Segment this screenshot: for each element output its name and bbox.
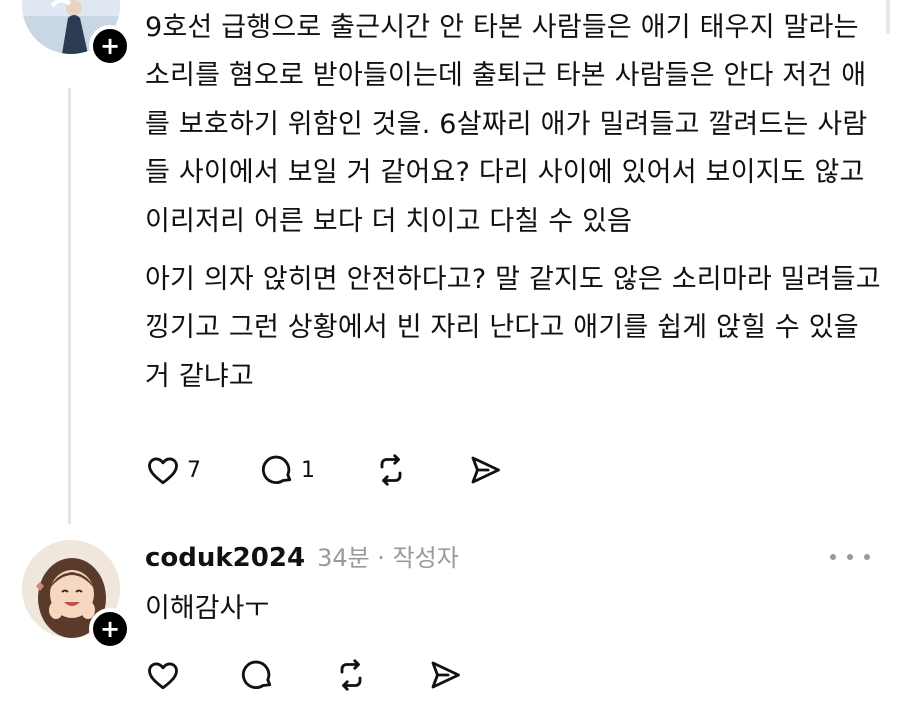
follow-plus-icon[interactable]: +	[89, 25, 131, 67]
send-icon	[431, 661, 460, 689]
dot	[864, 554, 870, 560]
more-options-icon[interactable]	[830, 542, 870, 572]
post-paragraph: 아기 의자 앉히면 안전하다고? 말 같지도 않은 소리마라 밀려들고 낑기고 …	[145, 264, 881, 392]
comment-icon	[241, 660, 272, 689]
share-button[interactable]	[427, 657, 463, 693]
dot	[847, 554, 853, 560]
scrollbar[interactable]	[886, 0, 890, 34]
send-icon	[471, 456, 500, 484]
post-body: 9호선 급행으로 출근시간 안 타본 사람들은 애기 태우지 말라는 소리를 혐…	[145, 4, 885, 401]
like-button[interactable]	[145, 657, 181, 693]
reply-count: 1	[301, 457, 315, 483]
heart-icon	[148, 662, 178, 690]
reply-header: coduk2024 34분 · 작성자	[145, 538, 459, 573]
reply-actions	[145, 657, 463, 693]
reply-meta: 34분 · 작성자	[317, 544, 459, 572]
reply-button[interactable]: 1	[259, 452, 315, 488]
comment-icon	[261, 455, 292, 484]
post-paragraph: 9호선 급행으로 출근시간 안 타본 사람들은 애기 태우지 말라는 소리를 혐…	[145, 12, 868, 237]
follow-plus-icon[interactable]: +	[89, 608, 131, 650]
repost-button[interactable]	[373, 452, 409, 488]
repost-button[interactable]	[333, 657, 369, 693]
repost-icon	[380, 454, 402, 486]
thread-line	[68, 88, 71, 524]
like-count: 7	[187, 457, 201, 483]
share-button[interactable]	[467, 452, 503, 488]
reply-button[interactable]	[239, 657, 275, 693]
reply-body: 이해감사ㅜ	[145, 593, 270, 624]
repost-icon	[340, 659, 362, 691]
post-actions: 7 1	[145, 452, 503, 488]
reply-username[interactable]: coduk2024	[145, 543, 305, 573]
like-button[interactable]: 7	[145, 452, 201, 488]
dot	[830, 554, 836, 560]
heart-icon	[148, 457, 178, 485]
